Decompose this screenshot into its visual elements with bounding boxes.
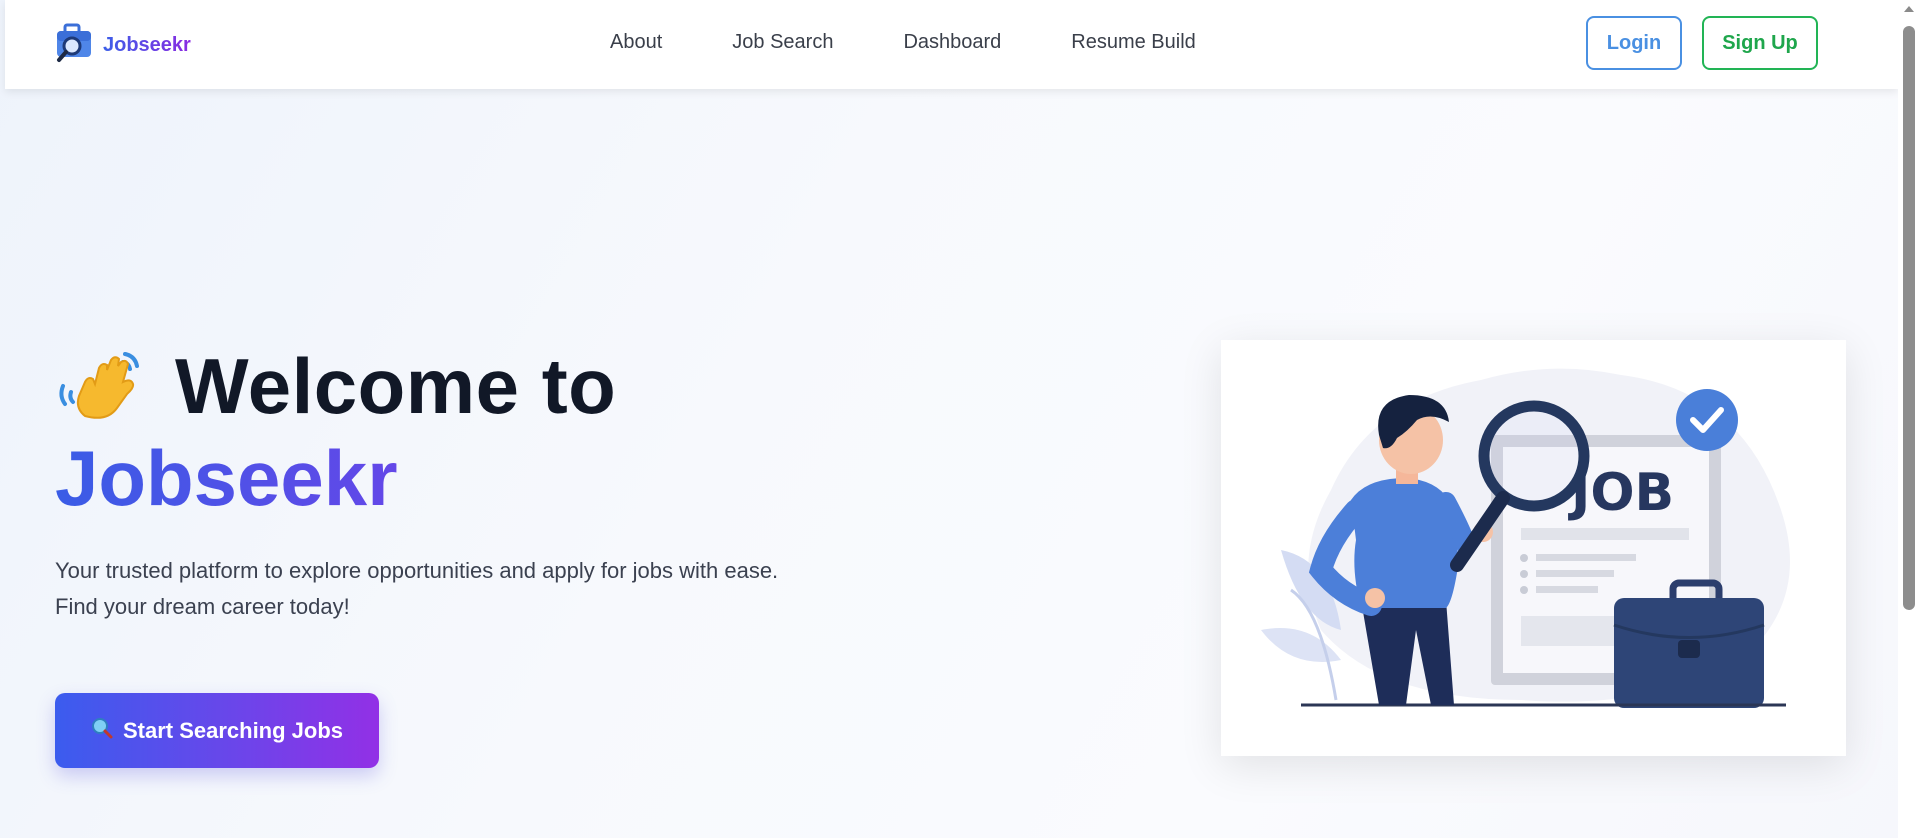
job-search-illustration: JOB [1221, 340, 1846, 756]
welcome-heading: Welcome to [175, 341, 617, 430]
briefcase-search-icon [55, 22, 95, 69]
nav-dashboard[interactable]: Dashboard [903, 31, 1001, 54]
signup-button[interactable]: Sign Up [1702, 16, 1818, 70]
hero-subtitle: Your trusted platform to explore opportu… [55, 553, 795, 625]
page: Jobseekr About Job Search Dashboard Resu… [0, 0, 1898, 838]
brand-name: Jobseekr [103, 34, 191, 56]
hero-title: Welcome to Jobseekr [55, 340, 775, 524]
brand-heading: Jobseekr [55, 432, 775, 524]
subtitle-line-2: Find your dream career today! [55, 594, 350, 619]
navbar: Jobseekr About Job Search Dashboard Resu… [5, 0, 1898, 89]
subtitle-line-1: Your trusted platform to explore opportu… [55, 558, 779, 583]
nav-resume-build[interactable]: Resume Build [1071, 31, 1196, 54]
cta-label: Start Searching Jobs [122, 717, 344, 743]
login-button[interactable]: Login [1586, 16, 1682, 70]
scroll-thumb[interactable] [1903, 26, 1915, 610]
nav-about[interactable]: About [610, 31, 662, 54]
brand-logo[interactable]: Jobseekr [55, 22, 191, 69]
nav-job-search[interactable]: Job Search [732, 31, 833, 54]
nav-links: About Job Search Dashboard Resume Build [610, 31, 1196, 54]
magnifier-icon [91, 717, 113, 745]
scroll-up-arrow-icon[interactable] [1904, 6, 1914, 12]
scrollbar[interactable] [1898, 0, 1920, 838]
waving-hand-icon [55, 346, 145, 426]
start-searching-button[interactable]: Start Searching Jobs [55, 693, 379, 768]
